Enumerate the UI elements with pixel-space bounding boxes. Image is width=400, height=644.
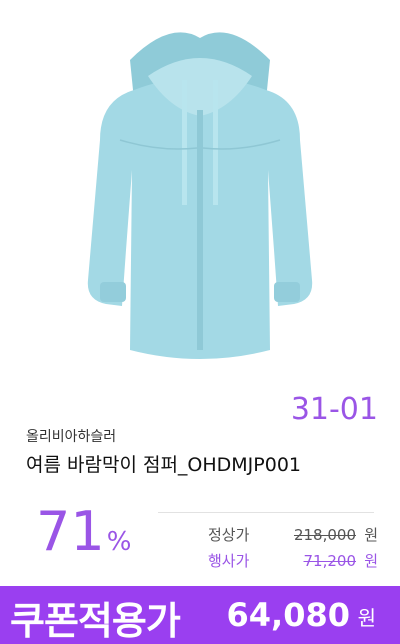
discount-rate: 71% (36, 505, 131, 559)
coupon-price-amount: 64,080 (226, 596, 350, 634)
event-price-amount: 71,200 (303, 551, 357, 570)
regular-price-unit: 원 (364, 526, 378, 544)
event-price-unit: 원 (364, 552, 378, 570)
price-divider (158, 512, 374, 513)
event-price-label: 행사가 (208, 552, 250, 570)
regular-price-label: 정상가 (208, 526, 250, 544)
product-code: 31-01 (290, 392, 378, 427)
discount-unit: % (106, 527, 132, 557)
brand-name: 올리비아하슬러 (26, 429, 117, 445)
jacket-image[interactable] (60, 20, 340, 370)
regular-price-row: 정상가 218,000 원 (208, 524, 378, 545)
coupon-price-label: 쿠폰적용가 (10, 599, 181, 643)
event-price-row: 행사가 71,200 원 (208, 550, 378, 571)
coupon-price-unit: 원 (357, 606, 376, 630)
coupon-price-bar[interactable]: 쿠폰적용가 64,080 원 (0, 586, 400, 644)
product-card[interactable]: 31-01 올리비아하슬러 여름 바람막이 점퍼_OHDMJP001 71% 정… (0, 0, 400, 644)
product-title[interactable]: 여름 바람막이 점퍼_OHDMJP001 (26, 450, 301, 477)
discount-value: 71 (36, 500, 105, 563)
regular-price-amount: 218,000 (293, 525, 356, 544)
